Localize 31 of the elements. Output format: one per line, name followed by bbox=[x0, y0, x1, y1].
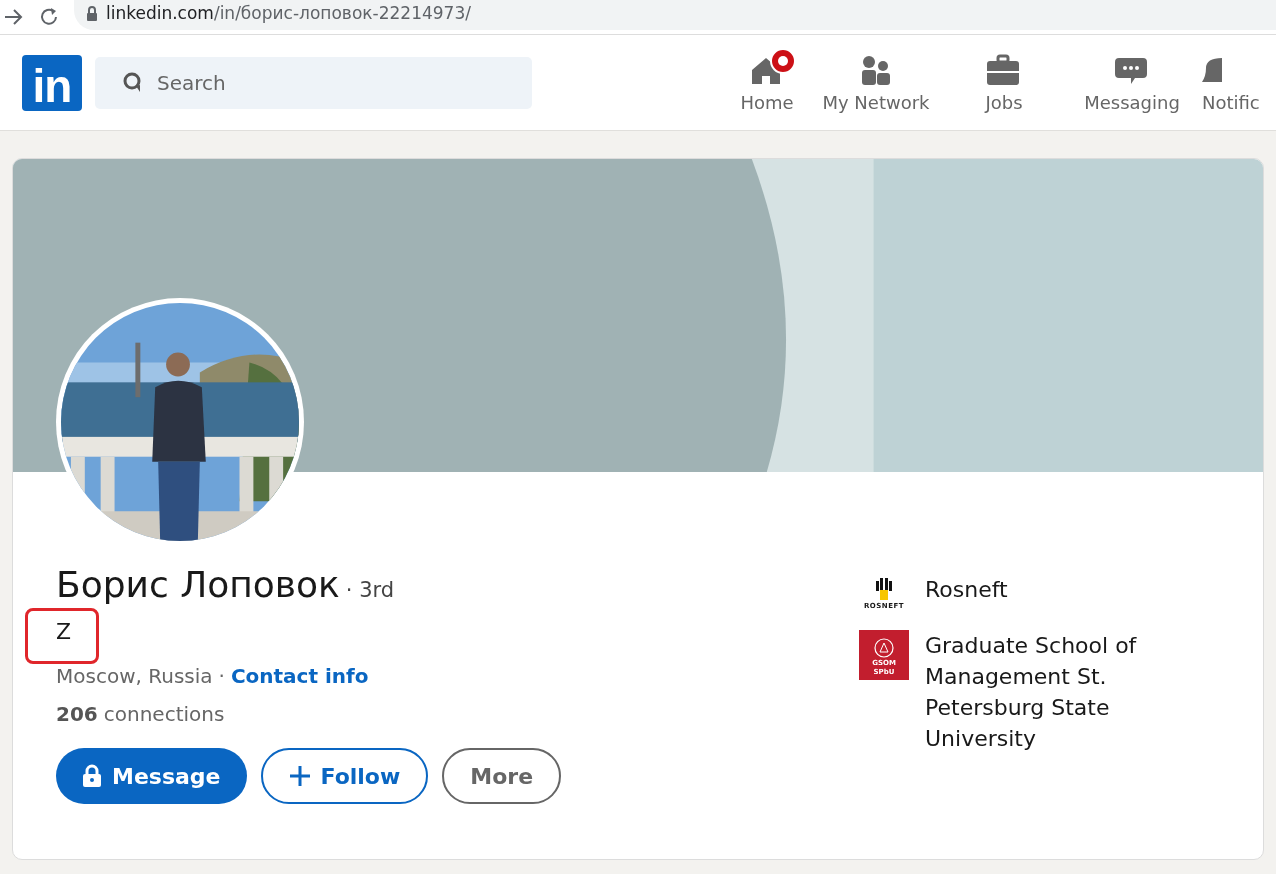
nav-label: Home bbox=[740, 92, 794, 113]
bell-icon bbox=[1202, 56, 1222, 84]
linkedin-logo[interactable]: in bbox=[22, 54, 82, 111]
nav-label: Jobs bbox=[985, 92, 1023, 113]
nav-label: My Network bbox=[822, 92, 930, 113]
location-text: Moscow, Russia bbox=[56, 664, 213, 688]
connection-degree: · 3rd bbox=[345, 578, 395, 602]
profile-name: Борис Лоповок bbox=[56, 564, 340, 605]
nav-item[interactable]: Home bbox=[722, 52, 812, 113]
search-icon bbox=[123, 71, 143, 94]
nav-item[interactable]: My Network bbox=[812, 52, 940, 113]
separator-dot: · bbox=[218, 664, 225, 688]
connections-count: 206 connections bbox=[56, 702, 226, 726]
nav-item[interactable]: Notific bbox=[1202, 52, 1260, 113]
url-text: linkedin.com/in/борис-лоповок-22214973/ bbox=[106, 3, 471, 23]
address-bar[interactable]: linkedin.com/in/борис-лоповок-22214973/ bbox=[74, 0, 1276, 30]
nav-label: Messaging bbox=[1084, 92, 1180, 113]
follow-button[interactable]: Follow bbox=[260, 748, 429, 804]
nav-item[interactable]: Messaging bbox=[1068, 52, 1196, 113]
reload-icon[interactable] bbox=[38, 6, 60, 28]
organization-name[interactable]: Rosneft bbox=[925, 574, 1165, 605]
organization-name[interactable]: Graduate School of Management St. Petersburg State University bbox=[925, 630, 1165, 754]
message-button[interactable]: Message bbox=[56, 748, 247, 804]
nav-item[interactable]: Jobs bbox=[940, 52, 1068, 113]
more-button[interactable]: More bbox=[442, 748, 562, 804]
lock-icon bbox=[86, 5, 98, 21]
nav-label: Notific bbox=[1202, 92, 1260, 113]
profile-headline: Z bbox=[56, 619, 72, 644]
lock-icon bbox=[82, 764, 102, 788]
plus-icon bbox=[288, 765, 311, 787]
contact-info-link[interactable]: Contact info bbox=[230, 664, 369, 688]
